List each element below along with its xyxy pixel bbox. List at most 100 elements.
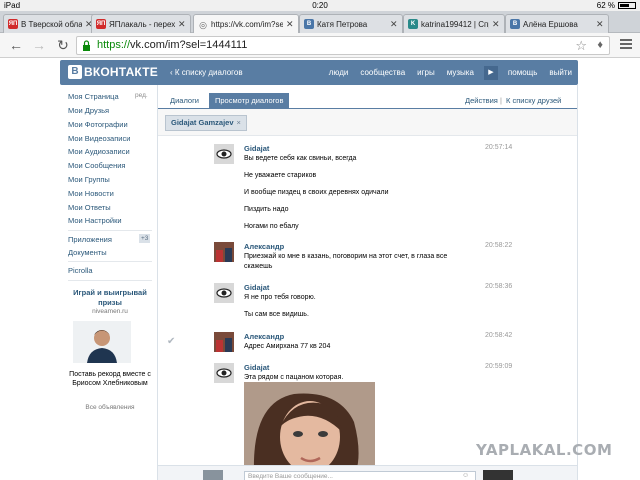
tab-label: Алёна Ершова — [523, 19, 578, 29]
forward-arrow-icon[interactable]: → — [31, 37, 47, 53]
menu-news[interactable]: Мои Новости — [68, 189, 114, 198]
message-input[interactable]: Введите Ваше сообщение... — [244, 471, 476, 480]
back-arrow-icon[interactable]: ← — [8, 37, 24, 53]
menu-replies[interactable]: Мои Ответы — [68, 203, 111, 212]
menu-icon[interactable] — [620, 39, 632, 51]
menu-divider — [68, 261, 152, 262]
browser-tab-active[interactable]: ◎ https://vk.com/im?se ✕ — [193, 14, 299, 34]
avatar[interactable] — [214, 242, 234, 262]
apps-count-badge: +3 — [139, 234, 151, 243]
url-field[interactable]: https://vk.com/im?sel=1444111 ☆ ♦ — [76, 36, 610, 55]
avatar[interactable] — [214, 332, 234, 352]
to-friends-link[interactable]: К списку друзей — [506, 96, 561, 105]
all-ads-link[interactable]: Все объявления — [68, 404, 152, 411]
tab-dialogs[interactable]: Диалоги — [164, 93, 205, 109]
actions-link[interactable]: Действия — [465, 96, 498, 105]
nav-music[interactable]: музыка — [441, 68, 480, 77]
watermark-text: YAPLAKAL.COM — [476, 441, 613, 459]
browser-tab[interactable]: ЯП В Тверской облa ✕ — [3, 14, 98, 33]
play-icon[interactable]: ▶ — [483, 65, 498, 80]
globe-icon: ◎ — [199, 19, 207, 30]
message-time: 20:58:42 — [485, 332, 513, 339]
message-text: Пиздить надо — [244, 206, 289, 213]
menu-apps[interactable]: Приложения — [68, 235, 112, 244]
avatar[interactable] — [214, 363, 234, 383]
menu-groups[interactable]: Мои Группы — [68, 175, 110, 184]
menu-divider — [68, 230, 152, 231]
vk-logo[interactable]: В ВКОНТАКТЕ — [68, 65, 158, 79]
site-favicon-icon: K — [408, 19, 418, 29]
avatar[interactable] — [214, 144, 234, 164]
nav-games[interactable]: игры — [411, 68, 441, 77]
browser-tab[interactable]: ЯП ЯПлакаль - перехо ✕ — [91, 14, 191, 33]
menu-picrolla[interactable]: Picrolla — [68, 266, 93, 275]
message-author[interactable]: Александр — [244, 332, 284, 341]
url-text: https://vk.com/im?sel=1444111 — [97, 39, 248, 51]
menu-audio[interactable]: Мои Аудиозаписи — [68, 147, 130, 156]
bookmark-star-icon[interactable]: ☆ — [575, 38, 587, 54]
edit-link[interactable]: ред. — [135, 92, 148, 99]
dialog-panel: Диалоги Просмотр диалогов Действия | К с… — [157, 85, 578, 480]
close-icon[interactable]: ✕ — [492, 19, 500, 30]
message-text: Ты сам все видишь. — [244, 311, 309, 318]
message-time: 20:58:22 — [485, 242, 513, 249]
ad-image[interactable] — [73, 321, 131, 363]
menu-my-page[interactable]: Моя Страница — [68, 92, 119, 101]
clock: 0:20 — [312, 1, 328, 10]
nav-logout[interactable]: выйти — [543, 68, 578, 77]
nav-help[interactable]: помощь — [502, 68, 543, 77]
menu-divider — [68, 280, 152, 281]
dialog-subtabs: Диалоги Просмотр диалогов Действия | К с… — [158, 92, 577, 109]
message-text: скажешь — [244, 263, 273, 270]
browser-tab[interactable]: K katrina199412 | Спр ✕ — [403, 14, 505, 33]
message-author[interactable]: Gidajat — [244, 363, 269, 372]
nav-communities[interactable]: сообщества — [354, 68, 411, 77]
close-icon[interactable]: ✕ — [596, 19, 604, 30]
back-to-dialogs-link[interactable]: ‹ К списку диалогов — [170, 68, 243, 77]
message-time: 20:59:09 — [485, 363, 513, 370]
battery-icon — [618, 2, 636, 9]
checkmark-icon[interactable]: ✔ — [167, 336, 175, 347]
message-author[interactable]: Александр — [244, 242, 284, 251]
battery-indicator: 62 % — [597, 1, 636, 10]
microphone-icon[interactable]: ♦ — [597, 39, 603, 51]
emoji-icon[interactable]: ☺ — [462, 472, 469, 479]
ad-title[interactable]: Играй и выигрывай призы — [68, 288, 152, 308]
message-text: Я не про тебя говорю. — [244, 294, 316, 301]
browser-tab-bar: ЯП В Тверской облa ✕ ЯП ЯПлакаль - перех… — [0, 11, 640, 34]
menu-videos[interactable]: Мои Видеозаписи — [68, 134, 130, 143]
vk-favicon-icon: В — [510, 19, 520, 29]
message-author[interactable]: Gidajat — [244, 283, 269, 292]
browser-tab[interactable]: В Алёна Ершова ✕ — [505, 14, 609, 33]
menu-friends[interactable]: Мои Друзья — [68, 106, 109, 115]
menu-photos[interactable]: Мои Фотографии — [68, 120, 128, 129]
menu-messages[interactable]: Мои Сообщения — [68, 161, 125, 170]
tab-view-dialogs[interactable]: Просмотр диалогов — [209, 93, 290, 109]
separator: | — [500, 96, 502, 105]
close-icon[interactable]: ✕ — [178, 19, 186, 30]
avatar[interactable] — [214, 283, 234, 303]
attached-photo[interactable] — [244, 382, 375, 472]
battery-percent: 62 % — [596, 1, 615, 10]
message-composer: Введите Ваше сообщение... ☺ — [158, 465, 577, 480]
tab-label: katrina199412 | Спр — [421, 19, 489, 29]
tab-label: В Тверской облa — [21, 19, 82, 29]
message-text: Вы ведете себя как свиньи, всегда — [244, 155, 357, 162]
avatar — [203, 470, 223, 480]
menu-docs[interactable]: Документы — [68, 248, 107, 257]
browser-tab[interactable]: В Катя Петрова ✕ — [299, 14, 403, 33]
vk-header: В ВКОНТАКТЕ ‹ К списку диалогов люди соо… — [60, 60, 578, 85]
nav-people[interactable]: люди — [323, 68, 355, 77]
peer-chip[interactable]: Gidajat Gamzajev × — [165, 115, 247, 131]
left-menu: Моя Страница ред. Мои Друзья Мои Фотогра… — [60, 85, 156, 480]
close-icon[interactable]: ✕ — [286, 19, 294, 30]
message-author[interactable]: Gidajat — [244, 144, 269, 153]
yaplakal-favicon-icon: ЯП — [8, 19, 18, 29]
reload-icon[interactable]: ↻ — [55, 37, 71, 53]
menu-settings[interactable]: Мои Настройки — [68, 216, 122, 225]
message-time: 20:57:14 — [485, 144, 513, 151]
ad-text[interactable]: Поставь рекорд вместе с Бриосом Хлебнико… — [68, 370, 152, 388]
vk-logo-icon: В — [68, 65, 82, 79]
close-icon[interactable]: ✕ — [390, 19, 398, 30]
close-icon[interactable]: × — [237, 118, 241, 127]
